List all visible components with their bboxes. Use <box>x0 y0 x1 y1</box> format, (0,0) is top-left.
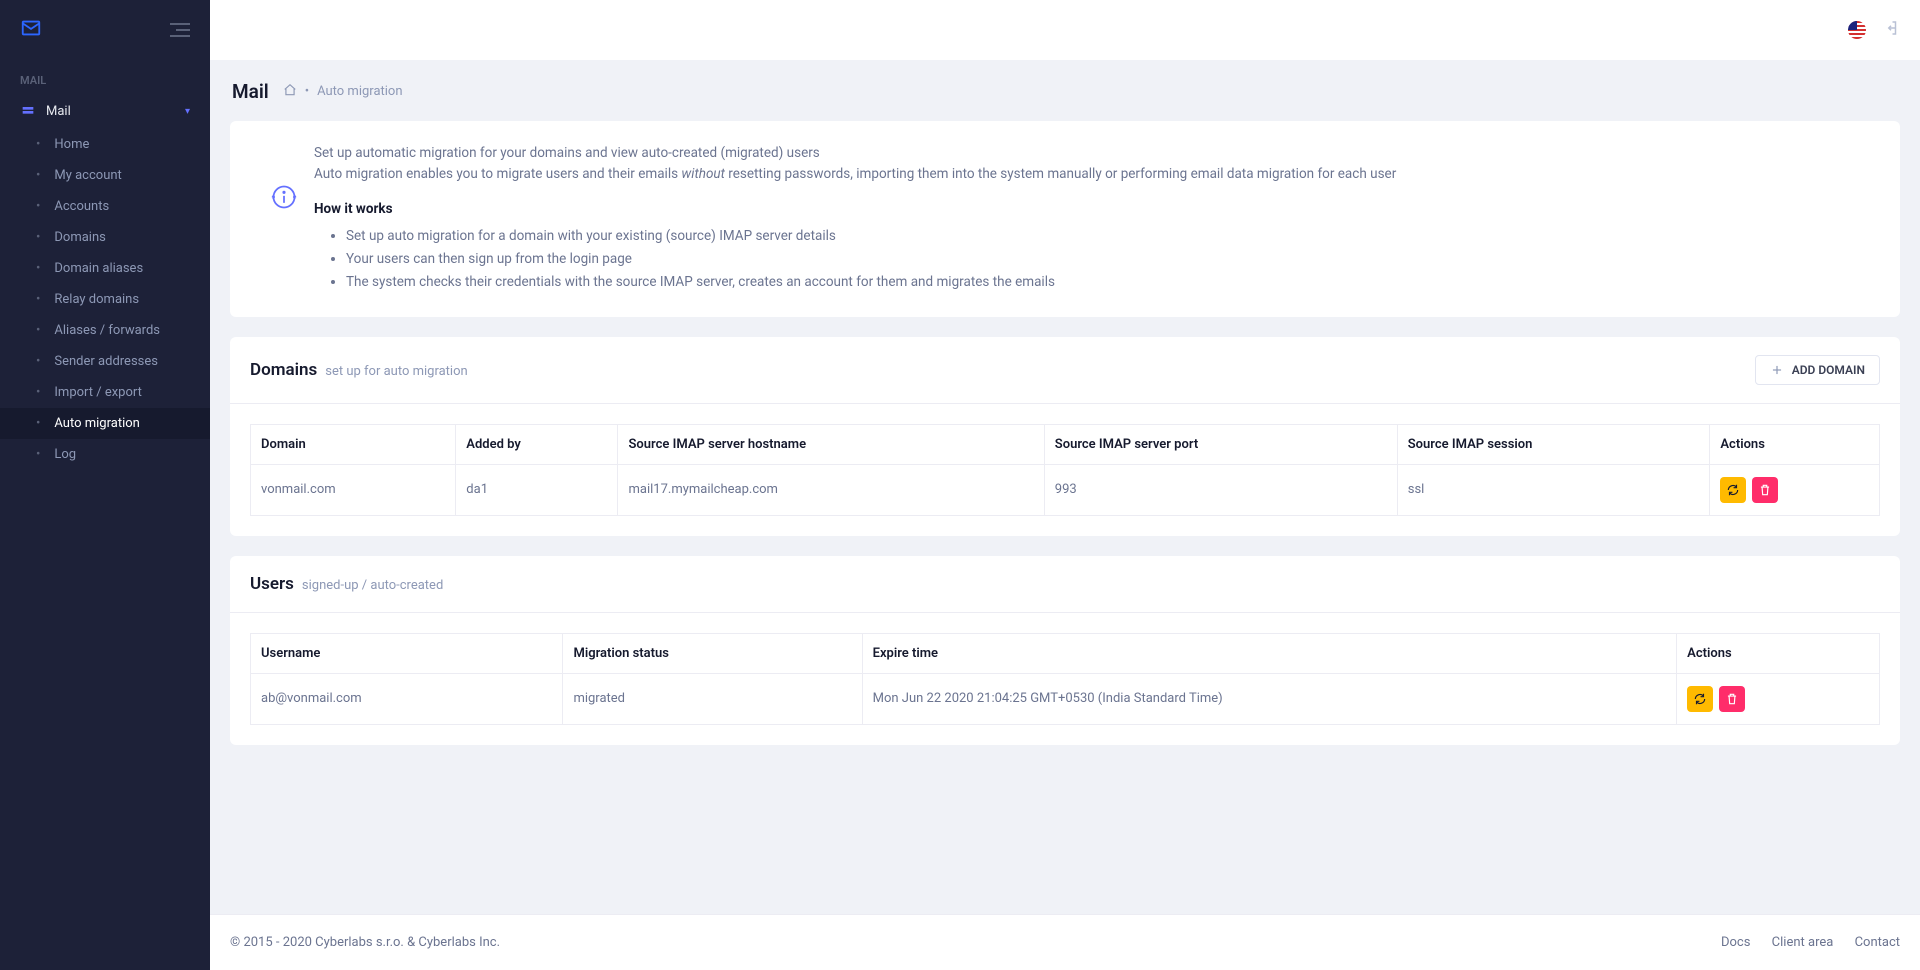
logo-mail-icon <box>20 17 42 43</box>
col-actions: Actions <box>1710 424 1880 464</box>
col-domain: Domain <box>251 424 456 464</box>
sidebar-section-title: MAIL <box>0 60 210 93</box>
cell-addedby: da1 <box>456 464 618 515</box>
sidebar-subitem-domains[interactable]: Domains <box>0 222 210 253</box>
sidebar-subitem-accounts[interactable]: Accounts <box>0 191 210 222</box>
sidebar: MAIL Mail ▾ Home My account Accounts Dom… <box>0 0 210 970</box>
info-icon <box>270 183 298 211</box>
table-row: ab@vonmail.com migrated Mon Jun 22 2020 … <box>251 673 1880 724</box>
cell-host: mail17.mymailcheap.com <box>618 464 1044 515</box>
col-addedby: Added by <box>456 424 618 464</box>
cell-username: ab@vonmail.com <box>251 673 563 724</box>
sidebar-subitem-import-export[interactable]: Import / export <box>0 377 210 408</box>
hamburger-icon[interactable] <box>170 23 190 37</box>
add-domain-button[interactable]: ADD DOMAIN <box>1755 355 1880 385</box>
sidebar-subitem-home[interactable]: Home <box>0 129 210 160</box>
top-header <box>210 0 1920 60</box>
sidebar-item-mail[interactable]: Mail ▾ <box>0 93 210 129</box>
sidebar-subitem-relay-domains[interactable]: Relay domains <box>0 284 210 315</box>
chevron-down-icon: ▾ <box>185 106 190 117</box>
col-expire: Expire time <box>862 633 1677 673</box>
footer-link-contact[interactable]: Contact <box>1855 935 1900 950</box>
users-subtitle: signed-up / auto-created <box>302 578 443 593</box>
intro-how-title: How it works <box>314 199 1396 220</box>
table-row: vonmail.com da1 mail17.mymailcheap.com 9… <box>251 464 1880 515</box>
intro-card: Set up automatic migration for your doma… <box>230 121 1900 317</box>
footer: © 2015 - 2020 Cyberlabs s.r.o. & Cyberla… <box>210 914 1920 970</box>
col-port: Source IMAP server port <box>1044 424 1397 464</box>
sidebar-subitem-auto-migration[interactable]: Auto migration <box>0 408 210 439</box>
cell-session: ssl <box>1397 464 1710 515</box>
delete-button[interactable] <box>1719 686 1745 712</box>
intro-bullet: Set up auto migration for a domain with … <box>346 226 1396 247</box>
page-title: Mail <box>232 80 269 103</box>
cell-expire: Mon Jun 22 2020 21:04:25 GMT+0530 (India… <box>862 673 1677 724</box>
cell-port: 993 <box>1044 464 1397 515</box>
cell-domain: vonmail.com <box>251 464 456 515</box>
delete-button[interactable] <box>1752 477 1778 503</box>
col-session: Source IMAP session <box>1397 424 1710 464</box>
sidebar-subitem-sender-addresses[interactable]: Sender addresses <box>0 346 210 377</box>
domains-subtitle: set up for auto migration <box>325 364 467 379</box>
refresh-button[interactable] <box>1720 477 1746 503</box>
domains-title: Domains <box>250 360 317 380</box>
col-host: Source IMAP server hostname <box>618 424 1044 464</box>
intro-bullet: Your users can then sign up from the log… <box>346 249 1396 270</box>
breadcrumb-sep: • <box>305 84 309 99</box>
sidebar-subitem-domain-aliases[interactable]: Domain aliases <box>0 253 210 284</box>
col-username: Username <box>251 633 563 673</box>
refresh-button[interactable] <box>1687 686 1713 712</box>
users-card: Users signed-up / auto-created Username … <box>230 556 1900 745</box>
logout-icon[interactable] <box>1882 19 1900 41</box>
users-title: Users <box>250 574 294 594</box>
col-actions: Actions <box>1677 633 1880 673</box>
sidebar-item-label: Mail <box>46 104 71 119</box>
sidebar-subitem-myaccount[interactable]: My account <box>0 160 210 191</box>
sidebar-sublist: Home My account Accounts Domains Domain … <box>0 129 210 470</box>
domains-card: Domains set up for auto migration ADD DO… <box>230 337 1900 536</box>
home-icon[interactable] <box>283 83 297 101</box>
breadcrumb-current: Auto migration <box>317 84 402 99</box>
footer-link-docs[interactable]: Docs <box>1721 935 1750 950</box>
intro-line2: Auto migration enables you to migrate us… <box>314 164 1396 185</box>
footer-copy: © 2015 - 2020 Cyberlabs s.r.o. & Cyberla… <box>230 935 500 950</box>
intro-bullet: The system checks their credentials with… <box>346 272 1396 293</box>
users-table: Username Migration status Expire time Ac… <box>250 633 1880 725</box>
sidebar-subitem-log[interactable]: Log <box>0 439 210 470</box>
col-status: Migration status <box>563 633 862 673</box>
plus-icon <box>1770 363 1784 377</box>
flag-us-icon[interactable] <box>1848 21 1866 39</box>
domains-table: Domain Added by Source IMAP server hostn… <box>250 424 1880 516</box>
sidebar-subitem-aliases-forwards[interactable]: Aliases / forwards <box>0 315 210 346</box>
intro-line1: Set up automatic migration for your doma… <box>314 143 1396 164</box>
cell-status: migrated <box>563 673 862 724</box>
footer-link-clientarea[interactable]: Client area <box>1772 935 1834 950</box>
mail-icon <box>20 103 36 119</box>
